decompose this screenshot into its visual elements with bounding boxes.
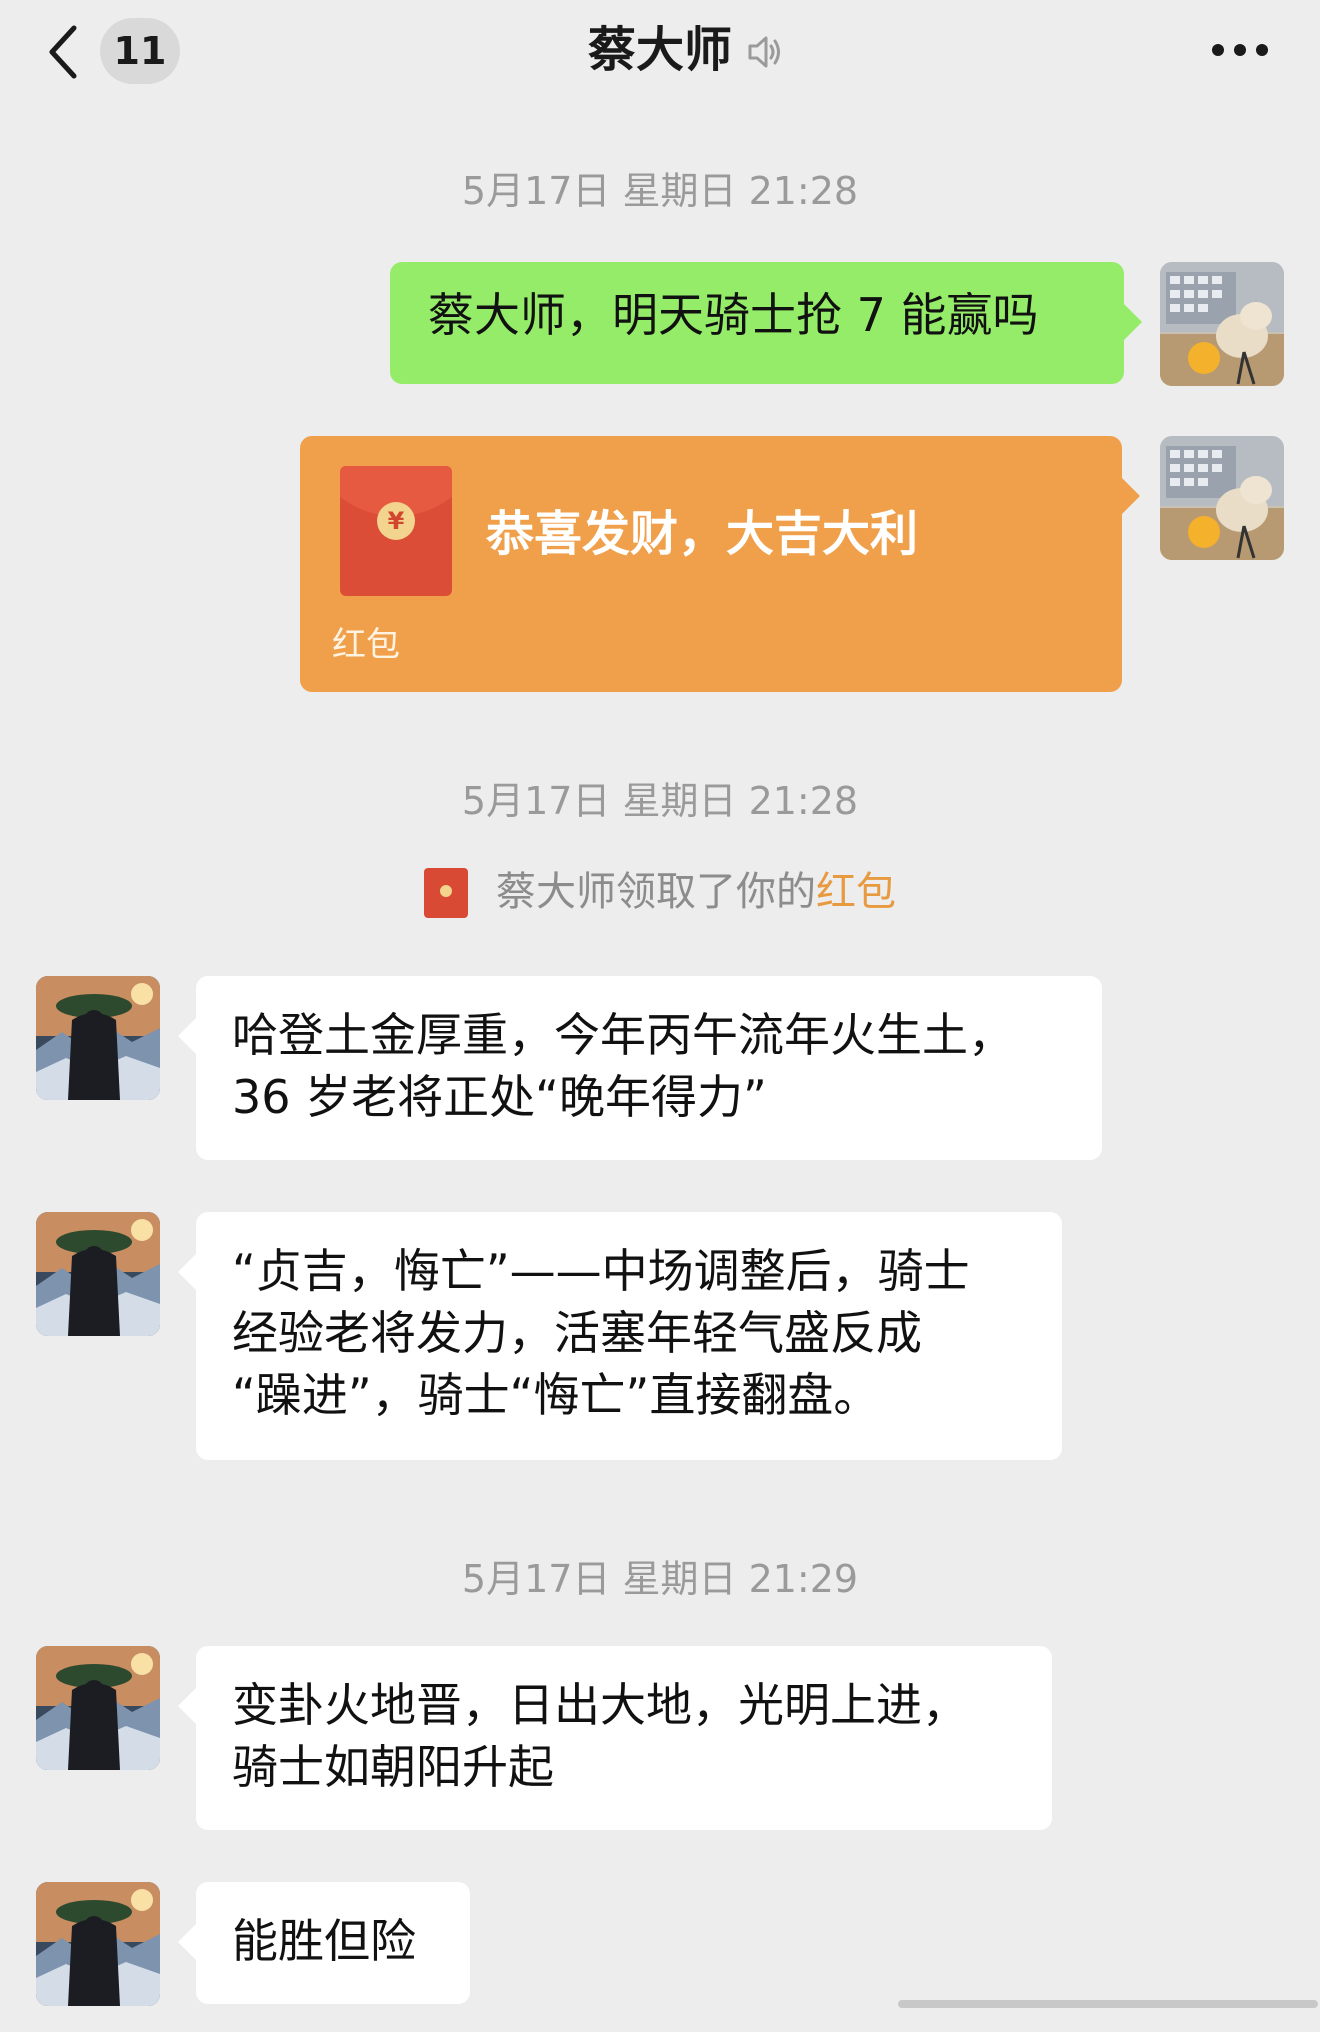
red-packet-link[interactable]: 红包 (816, 869, 896, 915)
message-line: “贞吉，悔亡”——中场调整后，骑士 (232, 1244, 970, 1298)
message-line: 变卦火地晋，日出大地，光明上进， (232, 1678, 968, 1732)
contact-avatar[interactable] (36, 1212, 160, 1336)
red-packet-icon: ¥ (340, 466, 452, 596)
my-avatar[interactable] (1160, 436, 1284, 560)
muted-speaker-icon (748, 36, 780, 68)
contact-avatar[interactable] (36, 976, 160, 1100)
home-indicator (898, 2000, 1318, 2008)
red-packet-coin: ¥ (377, 502, 415, 540)
chat-title: 蔡大师 (587, 22, 732, 78)
incoming-message-bubble[interactable]: 能胜但险 (178, 1882, 470, 2004)
message-timestamp: 5月17日 星期日 21:28 (461, 169, 859, 213)
message-line: 骑士如朝阳升起 (232, 1740, 554, 1794)
red-packet-message[interactable]: ¥ 恭喜发财，大吉大利 红包 (300, 436, 1140, 692)
notice-text: 蔡大师领取了你的 (496, 869, 816, 915)
contact-avatar[interactable] (36, 1882, 160, 2006)
message-line: 经验老将发力，活塞年轻气盛反成 (232, 1306, 922, 1360)
more-options-button[interactable] (1212, 38, 1268, 62)
incoming-message-bubble[interactable]: 变卦火地晋，日出大地，光明上进， 骑士如朝阳升起 (178, 1646, 1052, 1830)
message-text: 能胜但险 (232, 1914, 416, 1968)
message-line: “躁进”，骑士“悔亡”直接翻盘。 (232, 1368, 880, 1422)
message-line: 哈登土金厚重，今年丙午流年火生土， (232, 1008, 1014, 1062)
red-packet-label: 红包 (332, 625, 400, 665)
incoming-message-bubble[interactable]: “贞吉，悔亡”——中场调整后，骑士 经验老将发力，活塞年轻气盛反成 “躁进”，骑… (178, 1212, 1062, 1460)
contact-avatar[interactable] (36, 1646, 160, 1770)
message-line: 36 岁老将正处“晚年得力” (232, 1070, 767, 1124)
red-packet-claimed-notice: 蔡大师领取了你的红包 (0, 864, 1320, 920)
chat-title-area[interactable]: 蔡大师 (0, 18, 1320, 82)
outgoing-message-bubble[interactable]: 蔡大师，明天骑士抢 7 能赢吗 (390, 262, 1142, 384)
message-text: 蔡大师，明天骑士抢 7 能赢吗 (428, 288, 1039, 342)
my-avatar[interactable] (1160, 262, 1284, 386)
top-nav-bar: 11 蔡大师 (0, 0, 1320, 104)
red-packet-small-icon (424, 868, 468, 918)
incoming-message-bubble[interactable]: 哈登土金厚重，今年丙午流年火生土， 36 岁老将正处“晚年得力” (178, 976, 1102, 1160)
red-packet-greeting: 恭喜发财，大吉大利 (486, 506, 919, 562)
message-timestamp: 5月17日 星期日 21:28 (461, 779, 859, 823)
message-timestamp: 5月17日 星期日 21:29 (461, 1557, 859, 1601)
chat-screen: 11 蔡大师 5月17日 星期日 21:28 蔡大师，明天骑士抢 7 能赢吗 ¥… (0, 0, 1320, 2032)
